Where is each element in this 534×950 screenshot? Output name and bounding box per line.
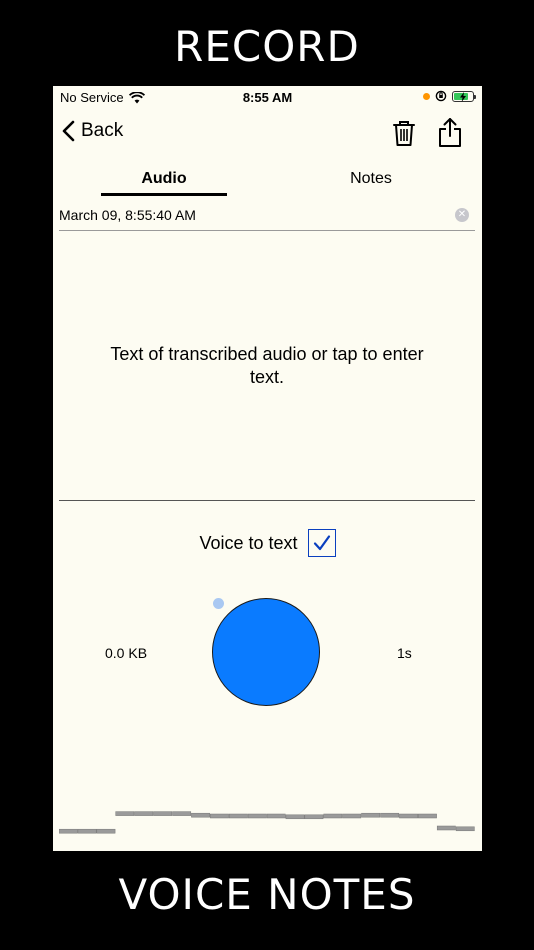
share-icon[interactable] (436, 116, 464, 148)
battery-cap (474, 94, 476, 99)
privacy-indicator-dot (423, 92, 430, 100)
transcript-area[interactable]: Text of transcribed audio or tap to ente… (59, 232, 475, 501)
waveform-bar (436, 825, 456, 831)
clear-icon[interactable]: ✕ (455, 208, 469, 222)
status-right (423, 90, 476, 102)
waveform-bar (191, 812, 210, 818)
waveform-bar (304, 814, 324, 820)
waveform-bar (380, 812, 400, 818)
waveform-bar (115, 811, 135, 816)
recording-indicator-dot (213, 598, 224, 609)
back-button[interactable]: Back (61, 120, 123, 142)
waveform-bar (285, 814, 305, 820)
recording-size-label: 0.0 KB (105, 645, 148, 661)
phone-screen: No Service 8:55 AM Back Audio Notes Marc… (53, 86, 482, 851)
note-title-text: March 09, 8:55:40 AM (59, 207, 196, 223)
navigation-bar: Back (53, 114, 482, 154)
voice-to-text-checkbox[interactable] (307, 529, 336, 557)
record-button[interactable] (212, 598, 320, 706)
waveform-bar (323, 813, 343, 819)
battery-icon (452, 90, 476, 102)
waveform-bar (59, 828, 78, 834)
rotation-lock-icon (435, 90, 447, 102)
back-label: Back (81, 120, 124, 141)
voice-to-text-row: Voice to text (53, 528, 482, 558)
charging-bolt-icon (460, 91, 466, 102)
selected-tab-indicator (101, 193, 227, 196)
voice-to-text-label: Voice to text (199, 532, 298, 553)
waveform-bar (455, 826, 475, 832)
waveform-bar (399, 813, 418, 819)
screenshot-frame: RECORD No Service 8:55 AM Back Audio Not… (0, 0, 534, 950)
waveform-bar (172, 811, 192, 816)
waveform-bar (418, 813, 437, 819)
segment-tabs: Audio Notes (53, 166, 482, 196)
waveform-bar (134, 811, 154, 816)
waveform-bar (153, 811, 173, 816)
note-title-field[interactable]: March 09, 8:55:40 AM ✕ (59, 202, 475, 231)
trash-icon[interactable] (390, 118, 418, 148)
status-bar: No Service 8:55 AM (53, 86, 482, 110)
waveform-bar (77, 828, 97, 834)
status-time: 8:55 AM (242, 90, 293, 105)
tab-notes[interactable]: Notes (308, 170, 434, 188)
audio-waveform (59, 811, 475, 834)
waveform-bar (210, 813, 229, 819)
waveform-bar (247, 813, 267, 819)
checkmark-icon (313, 535, 330, 551)
waveform-bar (96, 828, 116, 834)
transcript-placeholder: Text of transcribed audio or tap to ente… (110, 344, 424, 387)
promo-top-caption: RECORD (174, 22, 360, 71)
waveform-bar (342, 813, 362, 819)
waveform-bar (266, 813, 286, 819)
tab-audio[interactable]: Audio (101, 170, 227, 188)
chevron-left-icon (62, 120, 75, 142)
recording-duration-label: 1s (397, 645, 412, 661)
waveform-bar (228, 813, 248, 819)
promo-bottom-caption: VOICE NOTES (118, 870, 416, 919)
waveform-bar (361, 812, 381, 818)
